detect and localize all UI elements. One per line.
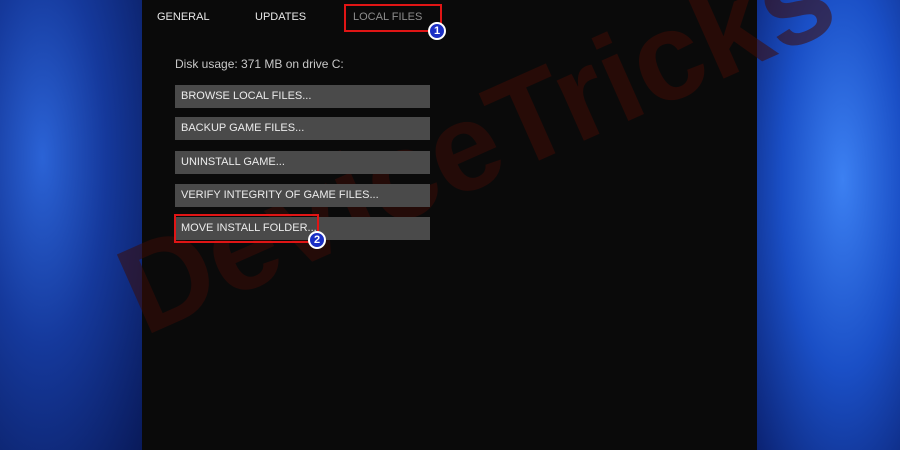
uninstall-game-button[interactable]: UNINSTALL GAME... <box>175 151 430 174</box>
tab-bar: GENERAL UPDATES LOCAL FILES <box>142 0 757 34</box>
tab-updates[interactable]: UPDATES <box>255 11 306 23</box>
step-badge-1: 1 <box>428 22 446 40</box>
highlight-box-move-install-folder <box>174 214 319 243</box>
tab-general[interactable]: GENERAL <box>157 11 210 23</box>
step-badge-2: 2 <box>308 231 326 249</box>
backup-game-files-button[interactable]: BACKUP GAME FILES... <box>175 117 430 140</box>
browse-local-files-button[interactable]: BROWSE LOCAL FILES... <box>175 85 430 108</box>
desktop-wallpaper-left <box>0 0 142 450</box>
desktop-wallpaper-right <box>757 0 900 450</box>
disk-usage-label: Disk usage: 371 MB on drive C: <box>175 57 344 71</box>
watermark: DeviceTricks <box>98 0 854 362</box>
verify-integrity-button[interactable]: VERIFY INTEGRITY OF GAME FILES... <box>175 184 430 207</box>
